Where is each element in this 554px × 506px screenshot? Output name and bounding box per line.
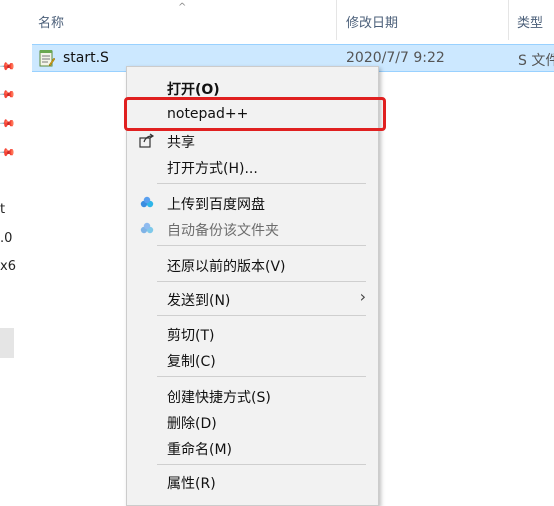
menu-item-restore-versions[interactable]: 还原以前的版本(V) xyxy=(167,256,286,276)
menu-item-send-to[interactable]: 发送到(N) xyxy=(167,290,230,310)
menu-item-cut[interactable]: 剪切(T) xyxy=(167,325,214,345)
column-divider[interactable] xyxy=(508,0,509,40)
menu-item-open[interactable]: 打开(O) xyxy=(167,79,220,99)
navigation-pane: 📌 📌 📌 📌 t .0 x6 xyxy=(0,0,18,485)
notepad-file-icon xyxy=(39,50,55,67)
sort-up-icon: ^ xyxy=(178,2,187,13)
pin-icon: 📌 xyxy=(0,143,17,162)
column-header-row: ^ 名称 修改日期 类型 xyxy=(0,0,554,42)
menu-item-rename[interactable]: 重命名(M) xyxy=(167,439,232,459)
baidu-cloud-icon xyxy=(140,222,154,234)
menu-separator xyxy=(157,315,366,316)
nav-item-selected[interactable] xyxy=(0,328,14,358)
menu-item-create-shortcut[interactable]: 创建快捷方式(S) xyxy=(167,387,271,407)
menu-item-auto-backup[interactable]: 自动备份该文件夹 xyxy=(167,220,279,240)
column-header-type[interactable]: 类型 xyxy=(517,12,543,31)
baidu-cloud-icon xyxy=(140,196,154,208)
highlight-annotation xyxy=(124,97,386,131)
menu-separator xyxy=(157,281,366,282)
nav-item-fragment[interactable]: .0 xyxy=(0,231,12,246)
file-type: S 文件 xyxy=(518,53,554,69)
menu-item-share[interactable]: 共享 xyxy=(167,132,195,152)
pin-icon: 📌 xyxy=(0,57,17,76)
menu-item-properties[interactable]: 属性(R) xyxy=(167,473,216,493)
menu-item-upload-baidu[interactable]: 上传到百度网盘 xyxy=(167,194,265,214)
context-menu: 打开(O) notepad++ 共享 打开方式(H)... 上传到百度网盘 自动… xyxy=(126,66,379,506)
file-date-modified: 2020/7/7 9:22 xyxy=(346,50,445,66)
menu-separator xyxy=(157,245,366,246)
nav-item-fragment[interactable]: x6 xyxy=(0,259,16,274)
share-icon xyxy=(139,133,155,148)
file-name: start.S xyxy=(63,50,109,66)
menu-item-open-with[interactable]: 打开方式(H)... xyxy=(167,158,258,178)
column-header-name[interactable]: 名称 xyxy=(38,12,64,31)
menu-separator xyxy=(157,183,366,184)
menu-separator xyxy=(157,464,366,465)
column-divider[interactable] xyxy=(336,0,337,40)
menu-item-delete[interactable]: 删除(D) xyxy=(167,413,217,433)
menu-separator xyxy=(157,376,366,377)
chevron-right-icon: › xyxy=(359,287,366,306)
nav-item-fragment[interactable]: t xyxy=(0,202,5,217)
pin-icon: 📌 xyxy=(0,85,17,104)
column-header-date-modified[interactable]: 修改日期 xyxy=(346,12,398,31)
pin-icon: 📌 xyxy=(0,114,17,133)
menu-item-copy[interactable]: 复制(C) xyxy=(167,351,216,371)
